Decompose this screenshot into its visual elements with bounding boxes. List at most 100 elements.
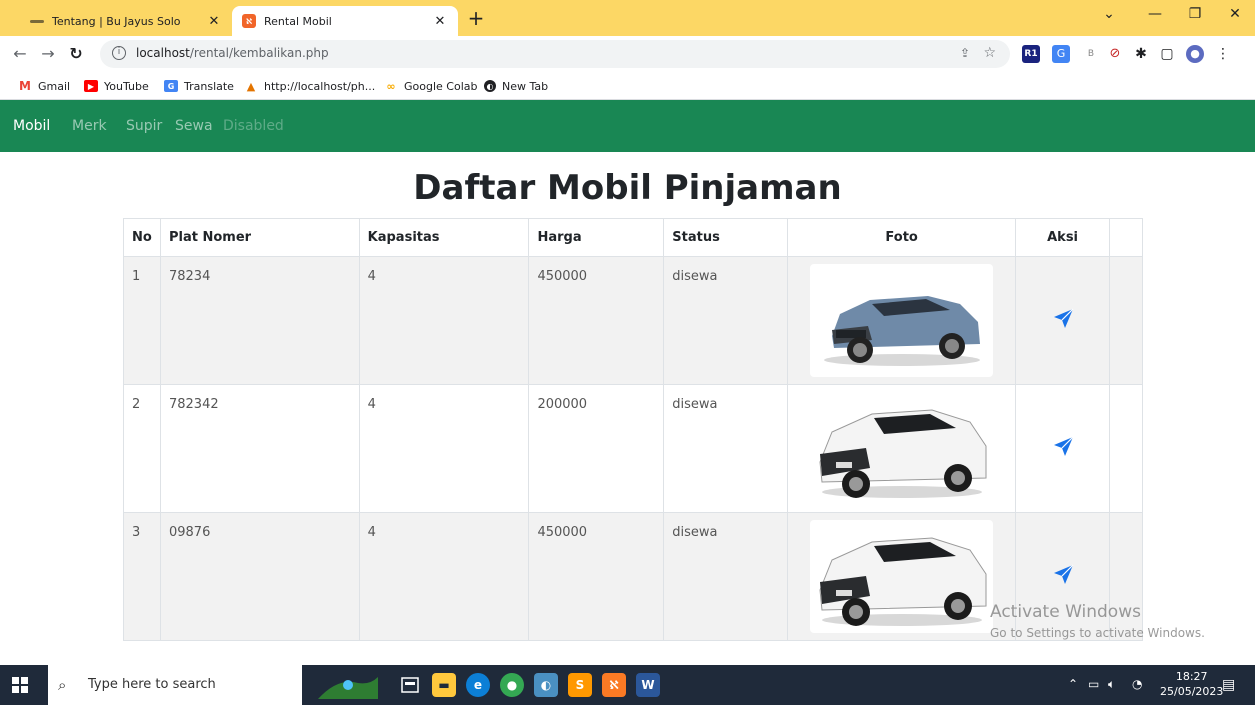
cell-plat: 782342 xyxy=(159,384,360,513)
network-icon[interactable]: ▭ xyxy=(1088,677,1099,691)
page-title: Daftar Mobil Pinjaman xyxy=(413,168,842,208)
globe-icon: ◐ xyxy=(484,80,496,92)
xampp-favicon-icon: ℵ xyxy=(242,14,256,28)
wifi-icon[interactable]: ◔ xyxy=(1132,677,1142,691)
taskbar-search[interactable]: ⌕ Type here to search xyxy=(48,665,302,705)
cell-status: disewa xyxy=(663,384,789,513)
header-empty xyxy=(1109,218,1143,257)
extension-r1-icon[interactable]: R1 xyxy=(1022,45,1040,63)
profile-avatar-icon[interactable]: ● xyxy=(1186,45,1204,63)
cars-table: No Plat Nomer Kapasitas Harga Status Fot… xyxy=(123,218,1143,641)
sublime-text-icon[interactable]: S xyxy=(568,673,592,697)
car-image xyxy=(819,409,987,498)
notifications-icon[interactable]: ▤ xyxy=(1222,677,1235,693)
cell-plat: 78234 xyxy=(159,256,360,385)
bookmark-translate[interactable]: G Translate xyxy=(164,78,234,94)
browser-toolbar: ← → ↻ i localhost/rental/kembalikan.php … xyxy=(0,36,1255,73)
share-icon[interactable]: ⇪ xyxy=(960,46,970,60)
gmail-icon: M xyxy=(18,79,32,93)
address-bar[interactable]: i localhost/rental/kembalikan.php ⇪ ☆ xyxy=(100,40,1010,68)
nav-disabled: Disabled xyxy=(223,118,284,134)
localhost-icon: ▲ xyxy=(244,80,258,93)
cell-aksi xyxy=(1015,384,1110,513)
tab-rental-mobil[interactable]: ℵ Rental Mobil ✕ xyxy=(232,6,458,36)
tab-tentang[interactable]: Tentang | Bu Jayus Solo ✕ xyxy=(20,6,232,36)
restore-icon[interactable]: ❐ xyxy=(1180,6,1210,22)
header-aksi: Aksi xyxy=(1015,218,1110,257)
visibility-extension-icon[interactable]: ⊘ xyxy=(1106,45,1124,63)
header-foto: Foto xyxy=(787,218,1017,257)
extension-b-icon[interactable]: B xyxy=(1082,45,1100,63)
extensions-puzzle-icon[interactable]: ✱ xyxy=(1132,45,1150,63)
colab-icon: ∞ xyxy=(384,80,398,93)
send-icon[interactable] xyxy=(1051,435,1075,459)
tab-search-icon[interactable]: ⌄ xyxy=(1094,6,1124,22)
tab-close-icon[interactable]: ✕ xyxy=(206,14,222,29)
file-explorer-icon[interactable]: ▬ xyxy=(432,673,456,697)
table-row: 1 78234 4 450000 disewa xyxy=(123,256,1143,385)
nav-supir[interactable]: Supir xyxy=(126,118,162,134)
nav-sewa[interactable]: Sewa xyxy=(175,118,213,134)
bookmark-star-icon[interactable]: ☆ xyxy=(983,45,996,61)
chrome-profile-icon[interactable]: ◐ xyxy=(534,673,558,697)
taskbar-clock[interactable]: 18:27 25/05/2023 xyxy=(1160,669,1223,699)
nav-merk[interactable]: Merk xyxy=(72,118,107,134)
url-text[interactable]: localhost/rental/kembalikan.php xyxy=(136,46,329,60)
tray-chevron-icon[interactable]: ⌃ xyxy=(1068,677,1078,691)
activate-windows-watermark: Activate Windows Go to Settings to activ… xyxy=(990,602,1205,640)
tab-close-icon[interactable]: ✕ xyxy=(432,14,448,29)
side-panel-icon[interactable]: ▢ xyxy=(1158,45,1176,63)
search-highlight-image xyxy=(318,671,378,699)
back-icon[interactable]: ← xyxy=(10,44,30,64)
youtube-icon: ▶ xyxy=(84,80,98,92)
windows-taskbar: ⌕ Type here to search ▬ e ● ◐ S ℵ W ⌃ ▭ … xyxy=(0,665,1255,705)
menu-kebab-icon[interactable]: ⋮ xyxy=(1214,45,1232,63)
site-info-icon[interactable]: i xyxy=(112,46,126,60)
cell-kapasitas: 4 xyxy=(358,384,530,513)
clock-date: 25/05/2023 xyxy=(1160,685,1224,698)
header-harga: Harga xyxy=(528,218,665,257)
table-row: 2 782342 4 200000 disewa xyxy=(123,384,1143,513)
app-navbar: Mobil Merk Supir Sewa Disabled xyxy=(0,100,1255,152)
watermark-title: Activate Windows xyxy=(990,602,1141,622)
cell-empty xyxy=(1109,384,1143,513)
bookmark-localhost[interactable]: ▲ http://localhost/ph... xyxy=(244,78,375,94)
reload-icon[interactable]: ↻ xyxy=(66,44,86,64)
cell-kapasitas: 4 xyxy=(358,512,530,641)
cell-empty xyxy=(1109,256,1143,385)
cell-plat: 09876 xyxy=(159,512,360,641)
edge-icon[interactable]: e xyxy=(466,673,490,697)
chrome-icon[interactable]: ● xyxy=(500,673,524,697)
send-icon[interactable] xyxy=(1051,563,1075,587)
tab-title: Tentang | Bu Jayus Solo xyxy=(52,14,181,28)
forward-icon[interactable]: → xyxy=(38,44,58,64)
cell-no: 3 xyxy=(123,512,161,641)
site-favicon-icon xyxy=(30,14,44,28)
minimize-icon[interactable]: — xyxy=(1140,6,1170,22)
translate-extension-icon[interactable]: G xyxy=(1052,45,1070,63)
cell-status: disewa xyxy=(663,512,789,641)
bookmark-colab[interactable]: ∞ Google Colab xyxy=(384,78,477,94)
word-icon[interactable]: W xyxy=(636,673,660,697)
bookmark-youtube[interactable]: ▶ YouTube xyxy=(84,78,149,94)
cell-foto xyxy=(787,512,1017,641)
cell-foto xyxy=(787,256,1017,385)
bookmark-new-tab[interactable]: ◐ New Tab xyxy=(484,78,548,94)
cell-harga: 450000 xyxy=(528,512,665,641)
close-window-icon[interactable]: ✕ xyxy=(1220,6,1250,22)
windows-start-icon[interactable] xyxy=(12,677,28,697)
cell-harga: 450000 xyxy=(528,256,665,385)
table-header-row: No Plat Nomer Kapasitas Harga Status Fot… xyxy=(123,218,1143,257)
nav-mobil[interactable]: Mobil xyxy=(13,118,50,134)
task-view-icon[interactable] xyxy=(398,673,422,697)
cell-status: disewa xyxy=(663,256,789,385)
cell-kapasitas: 4 xyxy=(358,256,530,385)
cell-no: 2 xyxy=(123,384,161,513)
send-icon[interactable] xyxy=(1051,307,1075,331)
bookmarks-bar: M Gmail ▶ YouTube G Translate ▲ http://l… xyxy=(0,73,1255,100)
xampp-icon[interactable]: ℵ xyxy=(602,673,626,697)
new-tab-icon[interactable]: + xyxy=(466,8,486,28)
volume-icon[interactable]: 🔈︎ xyxy=(1108,677,1115,692)
clock-time: 18:27 xyxy=(1175,670,1208,683)
bookmark-gmail[interactable]: M Gmail xyxy=(18,78,70,94)
